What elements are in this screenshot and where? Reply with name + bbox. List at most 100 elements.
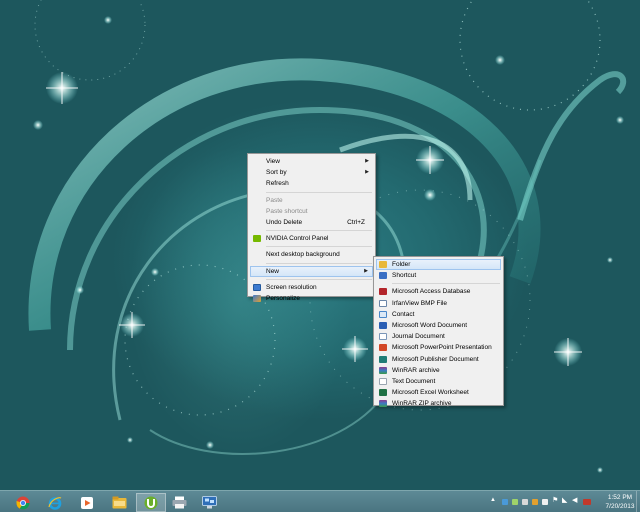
menu-item-new-shortcut[interactable]: Shortcut: [376, 270, 501, 281]
file-explorer-icon: [112, 496, 126, 509]
menu-item-new-journal-document[interactable]: Journal Document: [376, 331, 501, 342]
bmp-icon: [379, 299, 387, 307]
menu-item-label: Microsoft Word Document: [392, 321, 468, 329]
menu-item-label: NVIDIA Control Panel: [266, 235, 329, 243]
printer-icon: [172, 496, 186, 509]
taskbar-remote-desktop-button[interactable]: [194, 493, 224, 512]
menu-item-paste-shortcut[interactable]: Paste shortcut: [250, 206, 373, 217]
menu-item-label: Screen resolution: [266, 283, 317, 291]
menu-item-next-desktop-background[interactable]: Next desktop background: [250, 249, 373, 260]
menu-item-refresh[interactable]: Refresh: [250, 178, 373, 189]
menu-item-new-contact[interactable]: Contact: [376, 309, 501, 320]
submenu-arrow-icon: ▶: [364, 267, 368, 274]
submenu-arrow-icon: ▶: [365, 158, 369, 164]
menu-item-screen-resolution[interactable]: Screen resolution: [250, 282, 373, 293]
show-hidden-icon[interactable]: ▲: [490, 497, 496, 503]
menu-item-label: Shortcut: [392, 272, 417, 280]
menu-item-new[interactable]: New ▶: [250, 265, 373, 277]
menu-item-view[interactable]: View ▶: [250, 156, 373, 167]
text-icon: [379, 377, 387, 385]
menu-separator: [266, 246, 372, 248]
menu-item-new-text-document[interactable]: Text Document: [376, 376, 501, 387]
menu-item-label: Microsoft PowerPoint Presentation: [392, 344, 492, 352]
new-submenu: Folder Shortcut Microsoft Access Databas…: [373, 256, 504, 409]
personalize-icon: [253, 294, 261, 302]
sound-icon[interactable]: ◀: [572, 496, 578, 504]
menu-item-new-irfanview-bmp[interactable]: IrfanView BMP File: [376, 298, 501, 309]
menu-item-label: Contact: [392, 310, 415, 318]
flag-icon[interactable]: ⚑: [552, 496, 558, 504]
publisher-icon: [379, 355, 387, 363]
menu-item-new-winrar-zip[interactable]: WinRAR ZIP archive: [376, 398, 501, 409]
winrar-icon: [379, 366, 387, 374]
contact-icon: [379, 310, 387, 318]
wifi-icon[interactable]: ◣: [562, 496, 568, 504]
menu-item-new-folder[interactable]: Folder: [376, 259, 501, 271]
menu-item-shortcut: Ctrl+Z: [347, 218, 365, 226]
taskbar-file-explorer-button[interactable]: [104, 493, 134, 512]
desktop-context-menu: View ▶ Sort by ▶ Refresh Paste Paste sho…: [247, 153, 376, 302]
media-player-icon: [81, 496, 93, 509]
menu-separator: [266, 230, 372, 232]
remote-desktop-icon: [201, 496, 217, 509]
menu-item-new-winrar-archive[interactable]: WinRAR archive: [376, 365, 501, 376]
menu-item-label: Personalize: [266, 294, 300, 302]
desktop[interactable]: View ▶ Sort by ▶ Refresh Paste Paste sho…: [0, 0, 640, 490]
taskbar: ▲ ⚑ ◣ ◀ 1:52 PM 7/20/2013: [0, 490, 640, 512]
language-icon[interactable]: [583, 499, 591, 505]
menu-item-label: Undo Delete: [266, 218, 303, 226]
utorrent-icon: [144, 496, 158, 509]
menu-item-undo-delete[interactable]: Undo Delete Ctrl+Z: [250, 217, 373, 228]
menu-item-new-access-database[interactable]: Microsoft Access Database: [376, 286, 501, 297]
menu-item-label: Sort by: [266, 169, 287, 177]
clock[interactable]: 1:52 PM 7/20/2013: [605, 493, 635, 511]
taskbar-utorrent-button[interactable]: [136, 493, 166, 512]
menu-item-label: Folder: [392, 261, 411, 268]
menu-item-label: IrfanView BMP File: [392, 299, 448, 307]
submenu-arrow-icon: ▶: [365, 169, 369, 176]
winrar-zip-icon: [379, 400, 387, 408]
menu-item-nvidia-control-panel[interactable]: NVIDIA Control Panel: [250, 233, 373, 244]
excel-icon: [379, 389, 387, 397]
antivirus-icon[interactable]: [532, 499, 538, 505]
internet-explorer-icon: [48, 496, 62, 510]
clock-date: 7/20/2013: [605, 503, 635, 510]
menu-separator: [392, 283, 500, 285]
menu-item-label: Microsoft Access Database: [392, 288, 471, 296]
menu-item-label: Microsoft Excel Worksheet: [392, 389, 469, 397]
menu-item-new-powerpoint[interactable]: Microsoft PowerPoint Presentation: [376, 342, 501, 353]
menu-separator: [266, 191, 372, 193]
powerpoint-icon: [379, 344, 387, 352]
taskbar-internet-explorer-button[interactable]: [40, 493, 70, 512]
nvidia-icon: [253, 235, 261, 243]
menu-item-label: Paste shortcut: [266, 207, 308, 215]
menu-item-label: Paste: [266, 196, 283, 204]
menu-separator: [266, 278, 372, 280]
network-app-icon[interactable]: [502, 499, 508, 505]
access-icon: [379, 288, 387, 296]
taskbar-printer-button[interactable]: [164, 493, 194, 512]
menu-item-label: WinRAR archive: [392, 366, 440, 374]
folder-icon: [379, 261, 387, 268]
shortcut-icon: [379, 272, 387, 280]
taskbar-chrome-button[interactable]: [8, 493, 38, 512]
chrome-icon: [16, 496, 30, 509]
power-icon[interactable]: [512, 499, 518, 505]
menu-item-label: Next desktop background: [266, 251, 340, 259]
menu-item-sort-by[interactable]: Sort by ▶: [250, 167, 373, 178]
menu-item-paste[interactable]: Paste: [250, 195, 373, 206]
taskbar-media-player-button[interactable]: [72, 493, 102, 512]
menu-item-new-publisher[interactable]: Microsoft Publisher Document: [376, 354, 501, 365]
menu-item-new-excel-worksheet[interactable]: Microsoft Excel Worksheet: [376, 387, 501, 398]
menu-item-label: Journal Document: [392, 333, 445, 341]
display-icon: [253, 283, 261, 291]
show-desktop-button[interactable]: [636, 491, 640, 512]
menu-item-personalize[interactable]: Personalize: [250, 293, 373, 304]
shield-icon[interactable]: [522, 499, 528, 505]
menu-item-label: View: [266, 158, 280, 165]
menu-separator: [266, 262, 372, 264]
notepad-icon[interactable]: [542, 499, 548, 505]
menu-item-label: New: [266, 267, 280, 275]
menu-item-new-word-document[interactable]: Microsoft Word Document: [376, 320, 501, 331]
menu-item-label: Refresh: [266, 180, 289, 188]
